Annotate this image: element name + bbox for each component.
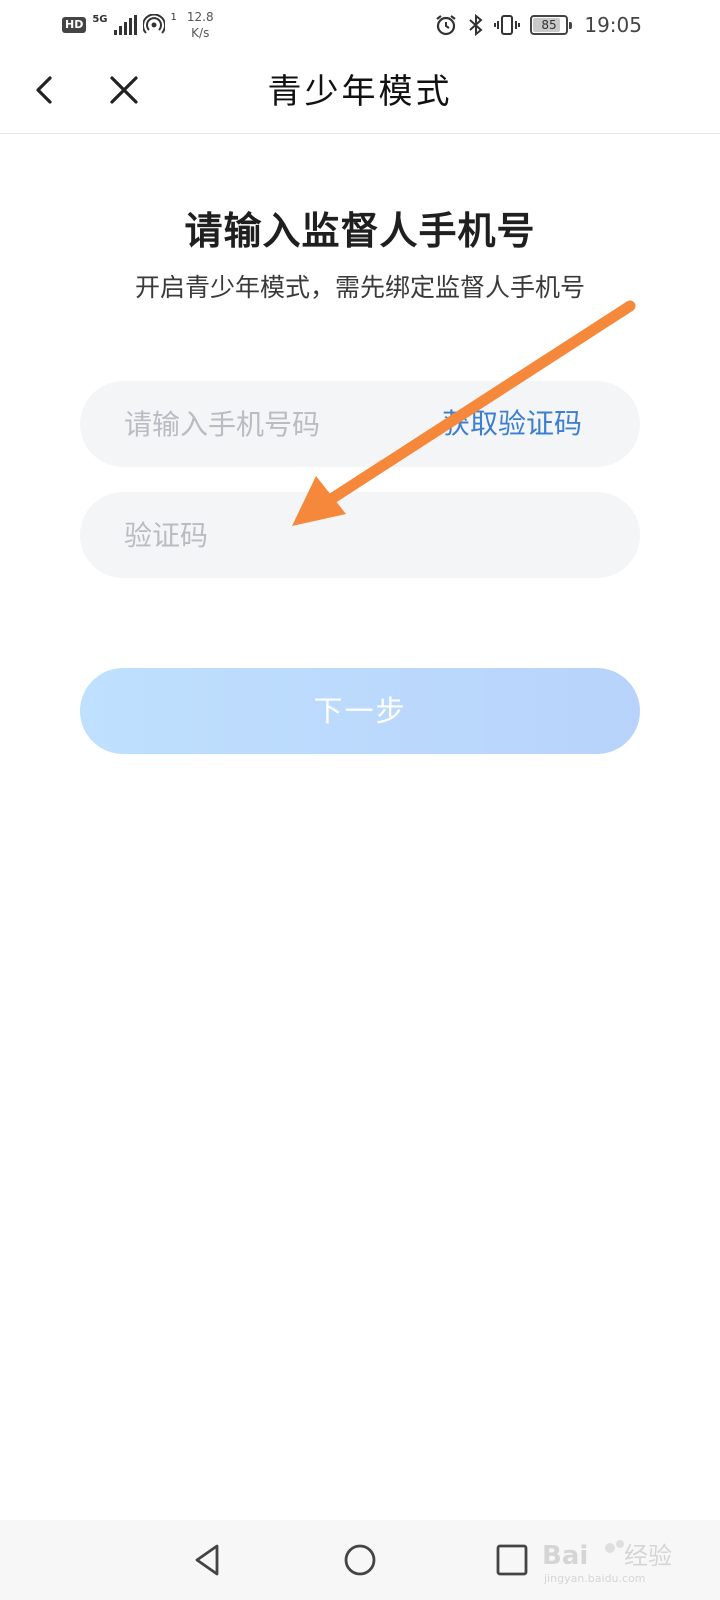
next-button[interactable]: 下一步 — [80, 668, 640, 754]
status-bar: HD 5G 1 12.8 K/s 85 19:05 — [0, 0, 720, 50]
phone-input[interactable] — [124, 381, 424, 467]
battery-icon: 85 — [530, 15, 572, 35]
status-left: HD 5G 1 12.8 K/s — [62, 10, 214, 40]
get-code-button[interactable]: 获取验证码 — [442, 381, 582, 467]
clock: 19:05 — [584, 13, 642, 37]
network-type: 5G — [92, 14, 108, 25]
baidu-jingyan-watermark: Bai 经验 jingyan.baidu.com — [542, 1540, 672, 1585]
hotspot-icon — [142, 14, 165, 34]
form-subheading: 开启青少年模式，需先绑定监督人手机号 — [134, 273, 585, 302]
system-home-button[interactable] — [340, 1540, 380, 1580]
triangle-back-icon — [195, 1544, 219, 1576]
page-title: 青少年模式 — [267, 72, 453, 112]
svg-text:经验: 经验 — [624, 1542, 672, 1570]
svg-text:jingyan.baidu.com: jingyan.baidu.com — [543, 1572, 646, 1585]
code-field — [80, 492, 640, 578]
hotspot-count: 1 — [170, 11, 177, 23]
network-speed: 12.8 K/s — [187, 9, 214, 41]
system-nav-bar: Bai 经验 jingyan.baidu.com — [0, 1520, 720, 1600]
circle-home-icon — [344, 1544, 376, 1576]
hd-badge: HD — [62, 17, 87, 33]
verification-code-input[interactable] — [124, 492, 424, 578]
phone-field: 获取验证码 — [80, 381, 640, 467]
bluetooth-icon — [469, 13, 483, 37]
alarm-icon — [436, 15, 456, 36]
form-heading: 请输入监督人手机号 — [184, 209, 536, 253]
svg-text:Bai: Bai — [542, 1541, 588, 1571]
battery-level: 85 — [541, 18, 557, 32]
square-recent-icon — [496, 1544, 528, 1576]
system-recent-button[interactable] — [492, 1540, 532, 1580]
speed-value: 12.8 — [186, 10, 214, 24]
signal-icon — [113, 15, 137, 35]
nav-bar: 青少年模式 — [0, 50, 720, 134]
vibrate-icon — [494, 15, 520, 35]
status-right: 85 — [434, 10, 572, 40]
speed-unit: K/s — [191, 26, 210, 40]
system-back-button[interactable] — [188, 1540, 228, 1580]
